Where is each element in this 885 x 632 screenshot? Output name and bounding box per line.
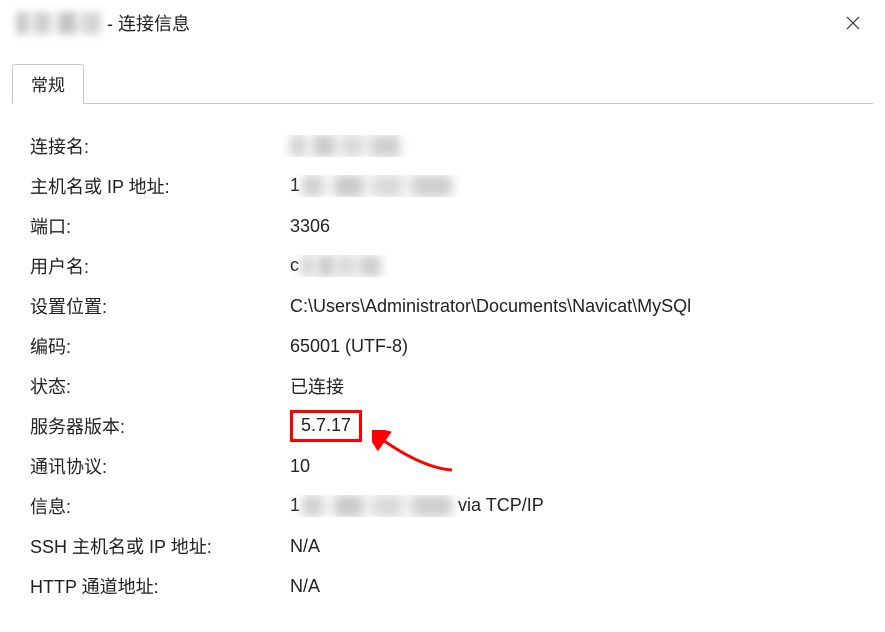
- row-protocol: 通讯协议: 10: [12, 446, 873, 486]
- label-status: 状态:: [12, 373, 282, 399]
- value-info-suffix: via TCP/IP: [458, 495, 544, 515]
- connection-name-redacted: [16, 12, 101, 34]
- value-ssh-host: N/A: [282, 536, 873, 557]
- value-connection-name: [282, 135, 873, 157]
- label-port: 端口:: [12, 213, 282, 239]
- row-server-version: 服务器版本: 5.7.17: [12, 406, 873, 446]
- window-title: - 连接信息: [107, 10, 190, 36]
- redacted-value: [302, 175, 452, 197]
- value-port: 3306: [282, 216, 873, 237]
- row-host: 主机名或 IP 地址: 1: [12, 166, 873, 206]
- label-connection-name: 连接名:: [12, 133, 282, 159]
- row-http-tunnel: HTTP 通道地址: N/A: [12, 566, 873, 606]
- row-user: 用户名: c: [12, 246, 873, 286]
- row-connection-name: 连接名:: [12, 126, 873, 166]
- value-settings-location: C:\Users\Administrator\Documents\Navicat…: [282, 296, 873, 317]
- title-bar: - 连接信息: [0, 0, 885, 46]
- value-server-version-cell: 5.7.17: [282, 410, 873, 442]
- value-host-prefix: 1: [290, 175, 300, 195]
- close-button[interactable]: [833, 3, 873, 43]
- redacted-value: [301, 255, 381, 277]
- redacted-value: [302, 495, 452, 517]
- row-port: 端口: 3306: [12, 206, 873, 246]
- value-info: 1 via TCP/IP: [282, 495, 873, 517]
- general-panel: 连接名: 主机名或 IP 地址: 1 端口: 3306 用户名: c 设置位置:…: [12, 104, 873, 606]
- row-ssh-host: SSH 主机名或 IP 地址: N/A: [12, 526, 873, 566]
- value-protocol: 10: [282, 456, 873, 477]
- row-status: 状态: 已连接: [12, 366, 873, 406]
- close-icon: [845, 15, 861, 31]
- value-status: 已连接: [282, 373, 873, 399]
- row-settings-location: 设置位置: C:\Users\Administrator\Documents\N…: [12, 286, 873, 326]
- value-host: 1: [282, 175, 873, 197]
- label-encoding: 编码:: [12, 333, 282, 359]
- label-http-tunnel: HTTP 通道地址:: [12, 573, 282, 599]
- value-info-prefix: 1: [290, 495, 300, 515]
- value-user-prefix: c: [290, 255, 299, 275]
- label-info: 信息:: [12, 493, 282, 519]
- value-encoding: 65001 (UTF-8): [282, 336, 873, 357]
- label-settings-location: 设置位置:: [12, 293, 282, 319]
- tab-general[interactable]: 常规: [12, 64, 84, 104]
- row-info: 信息: 1 via TCP/IP: [12, 486, 873, 526]
- label-host: 主机名或 IP 地址:: [12, 173, 282, 199]
- label-user: 用户名:: [12, 253, 282, 279]
- row-encoding: 编码: 65001 (UTF-8): [12, 326, 873, 366]
- value-server-version: 5.7.17: [290, 410, 362, 442]
- tab-strip: 常规: [12, 64, 873, 104]
- redacted-value: [290, 135, 400, 157]
- label-server-version: 服务器版本:: [12, 413, 282, 439]
- value-http-tunnel: N/A: [282, 576, 873, 597]
- label-ssh-host: SSH 主机名或 IP 地址:: [12, 533, 282, 559]
- label-protocol: 通讯协议:: [12, 453, 282, 479]
- value-user: c: [282, 255, 873, 277]
